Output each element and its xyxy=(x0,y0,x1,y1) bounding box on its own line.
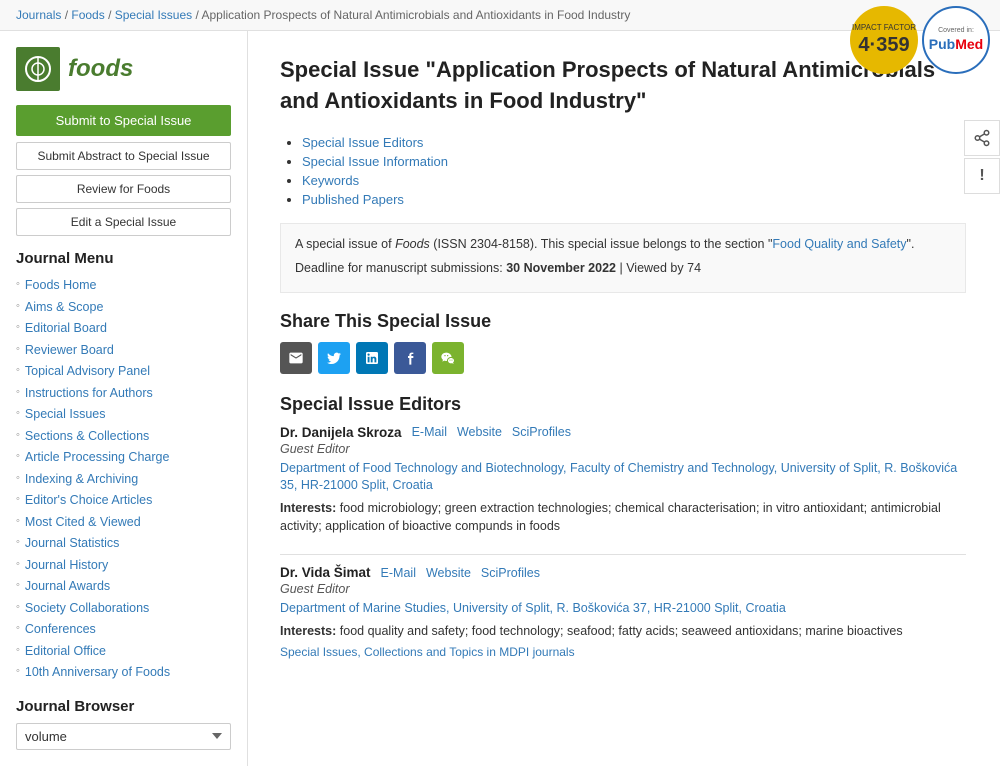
sidebar-item-journal-awards[interactable]: Journal Awards xyxy=(16,576,231,598)
editor-1-email[interactable]: E-Mail xyxy=(412,425,447,439)
sidebar-item-reviewer-board[interactable]: Reviewer Board xyxy=(16,340,231,362)
editor-2-dept: Department of Marine Studies, University… xyxy=(280,600,966,618)
sidebar-item-journal-statistics[interactable]: Journal Statistics xyxy=(16,533,231,555)
pubmed-text: PubMed xyxy=(929,35,983,53)
sidebar-item-sections[interactable]: Sections & Collections xyxy=(16,426,231,448)
share-facebook-icon[interactable] xyxy=(394,342,426,374)
editor-1-role: Guest Editor xyxy=(280,442,966,456)
editor-1-block: Dr. Danijela Skroza E-Mail Website SciPr… xyxy=(280,425,966,537)
sidebar-item-editorial-office[interactable]: Editorial Office xyxy=(16,641,231,663)
editor-1-website[interactable]: Website xyxy=(457,425,502,439)
breadcrumb-journals[interactable]: Journals xyxy=(16,8,61,22)
impact-factor-label: IMPACT FACTOR xyxy=(852,23,916,33)
sidebar-item-anniversary[interactable]: 10th Anniversary of Foods xyxy=(16,662,231,684)
breadcrumb-special-issues[interactable]: Special Issues xyxy=(115,8,192,22)
sidebar-item-instructions[interactable]: Instructions for Authors xyxy=(16,383,231,405)
sidebar-item-journal-history[interactable]: Journal History xyxy=(16,555,231,577)
logo-text: foods xyxy=(68,55,133,83)
edit-special-button[interactable]: Edit a Special Issue xyxy=(16,208,231,236)
editor-2-sciprofiles[interactable]: SciProfiles xyxy=(481,566,540,580)
impact-factor-value: 4·359 xyxy=(858,33,909,57)
editor-1-sciprofiles[interactable]: SciProfiles xyxy=(512,425,571,439)
review-button[interactable]: Review for Foods xyxy=(16,175,231,203)
sidebar-item-editorial-board[interactable]: Editorial Board xyxy=(16,318,231,340)
editor-2-email[interactable]: E-Mail xyxy=(381,566,416,580)
share-action-button[interactable] xyxy=(964,120,1000,156)
info-box-line1: A special issue of Foods (ISSN 2304-8158… xyxy=(295,234,951,254)
editor-2-block: Dr. Vida Šimat E-Mail Website SciProfile… xyxy=(280,565,966,659)
editor-1-name: Dr. Danijela Skroza xyxy=(280,425,402,440)
sidebar-item-special-issues[interactable]: Special Issues xyxy=(16,404,231,426)
sidebar-item-society-collaborations[interactable]: Society Collaborations xyxy=(16,598,231,620)
submit-abstract-button[interactable]: Submit Abstract to Special Issue xyxy=(16,142,231,170)
editor-1-dept: Department of Food Technology and Biotec… xyxy=(280,460,966,495)
journal-browser-select[interactable]: volume xyxy=(16,723,231,750)
alert-action-button[interactable]: ! xyxy=(964,158,1000,194)
sidebar-item-apc[interactable]: Article Processing Charge xyxy=(16,447,231,469)
share-wechat-icon[interactable] xyxy=(432,342,464,374)
editor-2-special-issues-link[interactable]: Special Issues, Collections and Topics i… xyxy=(280,645,575,659)
breadcrumb-current: Application Prospects of Natural Antimic… xyxy=(201,8,630,22)
editor-1-interests: Interests: food microbiology; green extr… xyxy=(280,499,966,537)
editor-divider xyxy=(280,554,966,555)
editor-1-interests-text: food microbiology; green extraction tech… xyxy=(280,501,941,534)
journal-menu-title: Journal Menu xyxy=(16,250,231,267)
editor-2-name-row: Dr. Vida Šimat E-Mail Website SciProfile… xyxy=(280,565,966,580)
main-layout: foods Submit to Special Issue Submit Abs… xyxy=(0,31,1000,766)
side-actions: ! xyxy=(964,120,1000,194)
submit-special-issue-button[interactable]: Submit to Special Issue xyxy=(16,105,231,136)
pubmed-covered-label: Covered in: xyxy=(938,26,974,35)
editor-2-role: Guest Editor xyxy=(280,582,966,596)
main-content: Special Issue "Application Prospects of … xyxy=(248,31,998,766)
share-section-title: Share This Special Issue xyxy=(280,311,966,332)
editor-2-interests-text: food quality and safety; food technology… xyxy=(340,624,903,638)
sidebar-menu: Foods Home Aims & Scope Editorial Board … xyxy=(16,275,231,684)
share-icons xyxy=(280,342,966,374)
editor-2-website[interactable]: Website xyxy=(426,566,471,580)
toc-information[interactable]: Special Issue Information xyxy=(302,154,966,169)
logo-icon xyxy=(16,47,60,91)
share-email-icon[interactable] xyxy=(280,342,312,374)
toc-list: Special Issue Editors Special Issue Info… xyxy=(280,135,966,207)
sidebar-item-conferences[interactable]: Conferences xyxy=(16,619,231,641)
breadcrumb-foods[interactable]: Foods xyxy=(71,8,104,22)
share-linkedin-icon[interactable] xyxy=(356,342,388,374)
editors-section-title: Special Issue Editors xyxy=(280,394,966,415)
alert-icon: ! xyxy=(979,167,984,185)
sidebar-item-editors-choice[interactable]: Editor's Choice Articles xyxy=(16,490,231,512)
toc-published-papers[interactable]: Published Papers xyxy=(302,192,966,207)
sidebar-item-indexing[interactable]: Indexing & Archiving xyxy=(16,469,231,491)
pubmed-badge: Covered in: PubMed xyxy=(922,6,990,74)
journal-logo: foods xyxy=(16,47,231,91)
info-box: A special issue of Foods (ISSN 2304-8158… xyxy=(280,223,966,293)
editor-2-interests: Interests: food quality and safety; food… xyxy=(280,622,966,641)
editor-1-name-row: Dr. Danijela Skroza E-Mail Website SciPr… xyxy=(280,425,966,440)
sidebar-item-topical-advisory[interactable]: Topical Advisory Panel xyxy=(16,361,231,383)
editor-2-name: Dr. Vida Šimat xyxy=(280,565,371,580)
toc-keywords[interactable]: Keywords xyxy=(302,173,966,188)
sidebar-item-most-cited[interactable]: Most Cited & Viewed xyxy=(16,512,231,534)
toc-editors[interactable]: Special Issue Editors xyxy=(302,135,966,150)
share-twitter-icon[interactable] xyxy=(318,342,350,374)
sidebar-item-foods-home[interactable]: Foods Home xyxy=(16,275,231,297)
info-box-line2: Deadline for manuscript submissions: 30 … xyxy=(295,258,951,278)
top-badges: IMPACT FACTOR 4·359 Covered in: PubMed xyxy=(840,0,1000,80)
sidebar: foods Submit to Special Issue Submit Abs… xyxy=(0,31,248,766)
impact-factor-badge: IMPACT FACTOR 4·359 xyxy=(850,6,918,74)
sidebar-item-aims-scope[interactable]: Aims & Scope xyxy=(16,297,231,319)
journal-browser-title: Journal Browser xyxy=(16,698,231,715)
